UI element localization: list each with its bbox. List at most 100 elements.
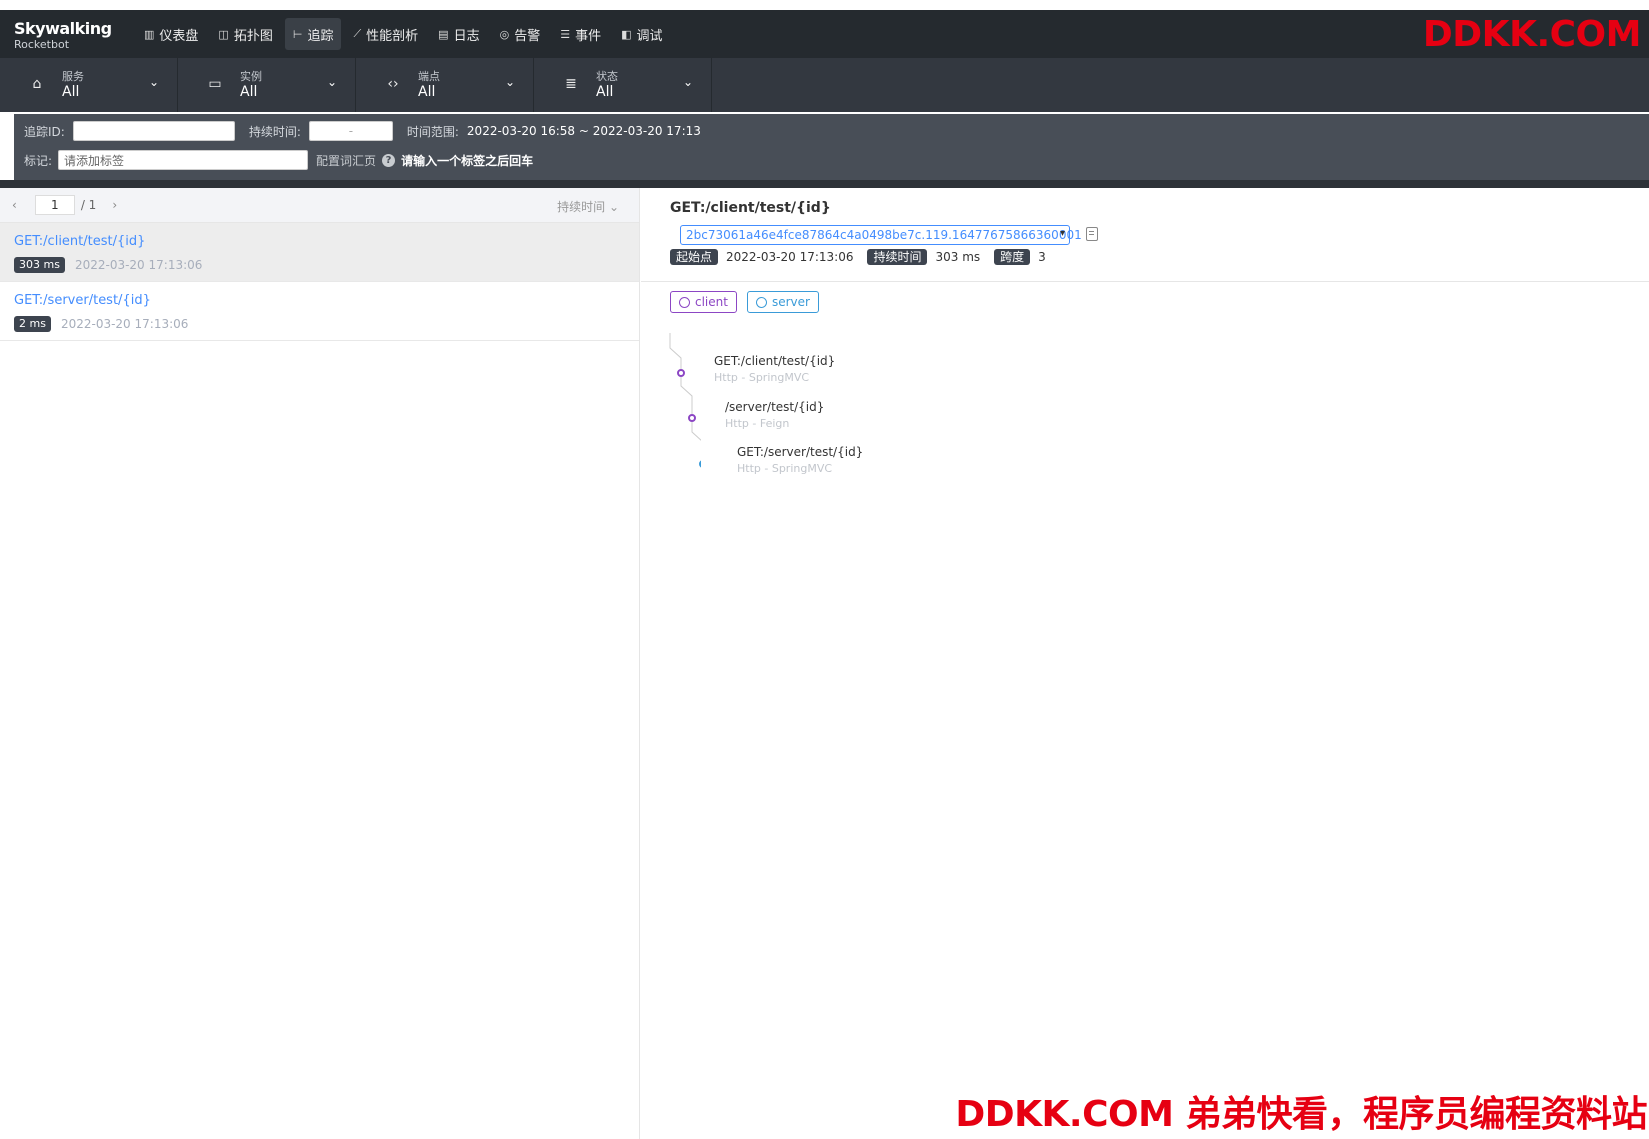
page-input[interactable]: 1 xyxy=(34,195,75,215)
start-label: 起始点 xyxy=(670,249,719,265)
filter-value: All xyxy=(62,84,80,100)
tags-hint: 请输入一个标签之后回车 xyxy=(401,153,534,168)
span-node[interactable]: GET:/client/test/{id} Http - SpringMVC xyxy=(714,353,835,387)
span-name: /server/test/{id} xyxy=(725,400,825,414)
trace-time: 2022-03-20 17:13:06 xyxy=(74,258,203,272)
filter-label: 服务 xyxy=(62,70,84,83)
search-row-1: 追踪ID: 持续时间: - 时间范围: 2022-03-20 16:58 ~ 2… xyxy=(24,118,701,144)
filter-label: 实例 xyxy=(240,70,262,83)
filter-bar: ⌂ 服务 All ⌄ ▭ 实例 All ⌄ ‹› 端点 All ⌄ ≣ 状态 A… xyxy=(0,58,1649,112)
legend-label: client xyxy=(695,295,728,309)
time-range-picker[interactable]: 2022-03-20 16:58 ~ 2022-03-20 17:13 xyxy=(467,124,701,138)
nav-event[interactable]: ☰ 事件 xyxy=(552,18,609,50)
span-node[interactable]: GET:/server/test/{id} Http - SpringMVC xyxy=(737,444,863,478)
prev-page-icon[interactable]: ‹ xyxy=(8,198,21,212)
chevron-down-icon: ⌄ xyxy=(608,200,619,214)
circle-icon xyxy=(755,296,767,308)
endpoint-icon: ‹› xyxy=(387,76,399,92)
app-logo[interactable]: Skywalking Rocketbot xyxy=(14,19,112,52)
page-total: / 1 xyxy=(80,198,97,212)
tree-link xyxy=(691,420,701,441)
nav-trace[interactable]: ⊢ 追踪 xyxy=(284,18,342,50)
debug-icon: ◧ xyxy=(621,27,632,41)
status-icon: ≣ xyxy=(565,76,577,92)
alarm-icon: ◎ xyxy=(499,27,510,41)
filter-value: All xyxy=(418,84,436,100)
nav-label: 仪表盘 xyxy=(159,28,199,44)
nav-label: 追踪 xyxy=(307,28,334,44)
event-icon: ☰ xyxy=(560,27,571,41)
log-icon: ▤ xyxy=(438,27,449,41)
span-type: Http - Feign xyxy=(725,417,790,430)
trace-id-value: 2bc73061a46e4fce87864c4a0498be7c.119.164… xyxy=(686,228,1082,242)
nav-debug[interactable]: ◧ 调试 xyxy=(613,18,670,50)
duration-input[interactable]: - xyxy=(308,121,393,141)
watermark-bottom: DDKK.COM 弟弟快看，程序员编程资料站 xyxy=(955,1094,1647,1135)
trace-id-label: 追踪ID: xyxy=(24,124,65,139)
filter-value: All xyxy=(596,84,614,100)
tags-input[interactable]: 请添加标签 xyxy=(58,150,309,170)
help-icon[interactable]: ? xyxy=(382,153,396,167)
span-value: 3 xyxy=(1038,250,1046,264)
chevron-down-icon: ⌄ xyxy=(504,75,515,89)
trace-list-item[interactable]: GET:/server/test/{id} 2 ms 2022-03-20 17… xyxy=(0,282,639,341)
span-node-dot[interactable] xyxy=(699,460,701,468)
nav-topology[interactable]: ◫ 拓扑图 xyxy=(210,18,280,50)
nav-label: 性能剖析 xyxy=(366,28,419,44)
nav-label: 拓扑图 xyxy=(233,28,273,44)
duration-value: 303 ms xyxy=(935,250,981,264)
trace-id-input[interactable] xyxy=(72,121,235,141)
span-name: GET:/server/test/{id} xyxy=(737,445,864,459)
watermark-top: DDKK.COM xyxy=(1422,14,1642,55)
filter-value: All xyxy=(240,84,258,100)
span-node-dot[interactable] xyxy=(688,414,696,422)
service-legend: client server xyxy=(670,291,819,313)
logo-subtitle: Rocketbot xyxy=(14,38,70,51)
vocab-link[interactable]: 配置词汇页 xyxy=(316,152,376,169)
trace-list-item[interactable]: GET:/client/test/{id} 303 ms 2022-03-20 … xyxy=(0,223,639,282)
divider xyxy=(0,180,1649,188)
endpoint-select[interactable]: ‹› 端点 All ⌄ xyxy=(356,58,534,112)
duration-badge: 303 ms xyxy=(14,257,65,273)
trace-id-select[interactable]: 2bc73061a46e4fce87864c4a0498be7c.119.164… xyxy=(680,225,1082,245)
nav-dashboard[interactable]: ▥ 仪表盘 xyxy=(136,18,206,50)
profile-icon: ⟋ xyxy=(353,27,362,40)
tree-link xyxy=(669,333,682,371)
legend-label: server xyxy=(771,295,810,309)
status-select[interactable]: ≣ 状态 All ⌄ xyxy=(534,58,712,112)
duration-label: 持续时间: xyxy=(248,124,301,139)
span-node-dot[interactable] xyxy=(677,369,685,377)
sort-select[interactable]: 持续时间 ⌄ xyxy=(557,198,619,215)
nav-label: 日志 xyxy=(453,28,480,44)
dashboard-icon: ▥ xyxy=(144,27,155,41)
tree-link xyxy=(680,375,693,416)
filter-label: 端点 xyxy=(418,70,440,83)
filter-label: 状态 xyxy=(596,70,618,83)
nav-label: 调试 xyxy=(636,28,663,44)
logo-title: Skywalking xyxy=(14,19,112,38)
sort-label: 持续时间 xyxy=(557,200,606,214)
instance-select[interactable]: ▭ 实例 All ⌄ xyxy=(178,58,356,112)
tags-label: 标记: xyxy=(24,153,53,168)
nav-log[interactable]: ▤ 日志 xyxy=(430,18,487,50)
trace-list-panel: ‹ 1 / 1 › 持续时间 ⌄ GET:/client/test/{id} 3… xyxy=(0,188,640,1139)
legend-server[interactable]: server xyxy=(746,291,819,313)
trace-meta: 起始点 2022-03-20 17:13:06 持续时间 303 ms 跨度 3 xyxy=(670,249,1060,265)
trace-time: 2022-03-20 17:13:06 xyxy=(60,317,189,331)
duration-badge: 2 ms xyxy=(14,316,51,332)
chevron-down-icon: ⌄ xyxy=(326,75,337,89)
span-tree-lines xyxy=(669,333,701,468)
legend-client[interactable]: client xyxy=(670,291,737,313)
next-page-icon[interactable]: › xyxy=(108,198,121,212)
nav-alarm[interactable]: ◎ 告警 xyxy=(492,18,549,50)
span-node[interactable]: /server/test/{id} Http - Feign xyxy=(725,399,824,433)
circle-icon xyxy=(679,296,690,308)
trace-name: GET:/server/test/{id} xyxy=(14,293,151,308)
search-panel: 追踪ID: 持续时间: - 时间范围: 2022-03-20 16:58 ~ 2… xyxy=(14,114,1649,180)
service-select[interactable]: ⌂ 服务 All ⌄ xyxy=(0,58,178,112)
chevron-down-icon: ⌄ xyxy=(148,75,159,89)
copy-icon[interactable] xyxy=(1086,227,1098,241)
nav-label: 事件 xyxy=(575,28,602,44)
nav-profile[interactable]: ⟋ 性能剖析 xyxy=(345,18,426,50)
span-type: Http - SpringMVC xyxy=(737,462,833,475)
